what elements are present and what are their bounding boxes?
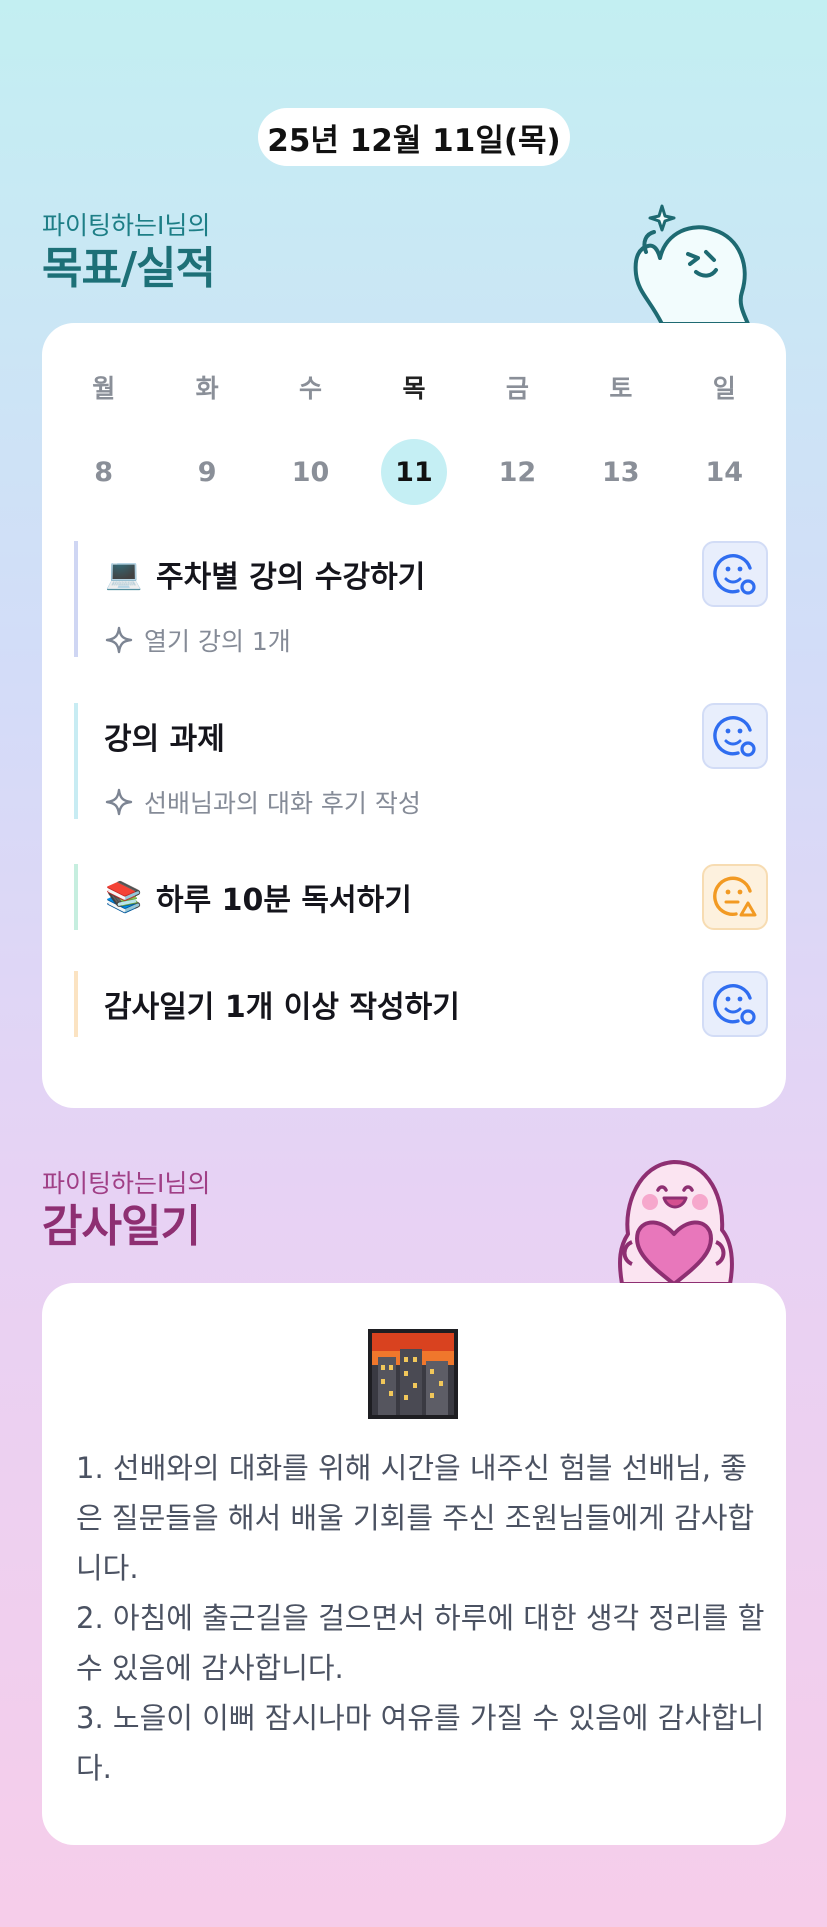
status-button[interactable]: [702, 971, 768, 1037]
diary-title: 감사일기: [42, 1201, 201, 1252]
status-button[interactable]: [702, 541, 768, 607]
goal-title: 강의 과제: [104, 722, 225, 757]
sparkle-icon: [105, 788, 133, 816]
diary-line: 3. 노을이 이뻐 잠시나마 여유를 가질 수 있음에 감사합니다.: [76, 1701, 765, 1785]
diary-card: 1. 선배와의 대화를 위해 시간을 내주신 험블 선배님, 좋은 질문들을 해…: [42, 1283, 786, 1845]
goal-item[interactable]: 📚 하루 10분 독서하기: [74, 864, 768, 930]
day-name: 일: [712, 374, 736, 403]
week-calendar: 월 8 화 9 수 10 목 11 금 12 토 13 일 14: [52, 369, 776, 505]
day-number: 12: [498, 456, 537, 488]
day-number: 8: [94, 456, 114, 488]
day-name: 토: [609, 374, 633, 403]
goal-title: 주차별 강의 수강하기: [156, 560, 426, 595]
goals-card: 월 8 화 9 수 10 목 11 금 12 토 13 일 14 💻 주차별 강…: [42, 323, 786, 1108]
day-mon[interactable]: 월 8: [52, 369, 155, 505]
neutral-warning-face-icon: [713, 876, 757, 917]
day-name: 화: [195, 374, 219, 403]
laptop-icon: 💻: [105, 556, 143, 592]
ghost-mascot-icon: [633, 204, 750, 324]
day-number: 14: [705, 456, 744, 488]
goal-title: 감사일기 1개 이상 작성하기: [104, 990, 460, 1025]
books-icon: 📚: [105, 879, 143, 915]
day-name: 금: [505, 374, 529, 403]
day-thu-selected[interactable]: 목 11: [362, 369, 465, 505]
day-name: 수: [299, 374, 323, 403]
goal-item[interactable]: 강의 과제 선배님과의 대화 후기 작성: [74, 703, 768, 819]
day-sat[interactable]: 토 13: [569, 369, 672, 505]
smile-check-face-icon: [713, 984, 756, 1025]
goal-item[interactable]: 감사일기 1개 이상 작성하기: [74, 971, 768, 1037]
day-name: 월: [92, 374, 116, 403]
status-button[interactable]: [702, 703, 768, 769]
day-number: 13: [602, 456, 640, 488]
smile-check-face-icon: [713, 716, 756, 757]
day-number: 9: [197, 456, 217, 488]
goal-title: 하루 10분 독서하기: [156, 883, 412, 918]
day-name: 목: [402, 374, 426, 403]
date-header[interactable]: 25년 12월 11일(목): [258, 108, 570, 166]
goal-detail: 열기 강의 1개: [144, 627, 291, 656]
day-number: 10: [291, 456, 330, 488]
city-dusk-icon: [368, 1329, 458, 1419]
goals-title: 목표/실적: [42, 243, 216, 294]
status-button[interactable]: [702, 864, 768, 930]
diary-line: 2. 아침에 출근길을 걸으면서 하루에 대한 생각 정리를 할 수 있음에 감…: [76, 1601, 765, 1685]
goal-item[interactable]: 💻 주차별 강의 수강하기 열기 강의 1개: [74, 541, 768, 657]
day-number-selected: 11: [362, 439, 465, 505]
diary-entry: 1. 선배와의 대화를 위해 시간을 내주신 험블 선배님, 좋은 질문들을 해…: [76, 1443, 766, 1793]
day-fri[interactable]: 금 12: [466, 369, 569, 505]
smile-check-face-icon: [713, 554, 756, 595]
heart-mascot-icon: [618, 1160, 734, 1284]
goal-detail: 선배님과의 대화 후기 작성: [144, 789, 421, 818]
sparkle-icon: [105, 626, 133, 654]
day-wed[interactable]: 수 10: [259, 369, 362, 505]
day-tue[interactable]: 화 9: [155, 369, 258, 505]
diary-line: 1. 선배와의 대화를 위해 시간을 내주신 험블 선배님, 좋은 질문들을 해…: [76, 1451, 755, 1585]
day-sun[interactable]: 일 14: [673, 369, 776, 505]
